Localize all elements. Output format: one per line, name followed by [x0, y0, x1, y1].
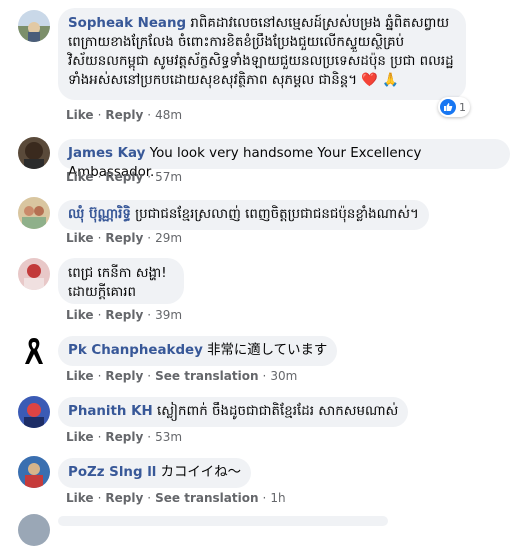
comment-timestamp[interactable]: 53m	[155, 430, 182, 444]
like-button[interactable]: Like	[66, 491, 94, 505]
comment-bubble: Sopheak Neang រាពិគដាវលេចនៅសម្មេសដ៍ស្រស់…	[58, 8, 466, 100]
avatar[interactable]	[18, 396, 50, 428]
black-ribbon-icon	[25, 338, 43, 364]
comment-bubble: PoZz Slng ll カコイイね〜	[58, 458, 251, 488]
reply-button[interactable]: Reply	[105, 170, 143, 184]
comment-bubble: ឈុំ ប៊ុណ្ណារិទ្ធិ ប្រជាជនខ្មែរស្រលាញ់ ពេ…	[58, 200, 429, 230]
comment-bubble: ពេជ្រ កេនីកា សង្ហា! ដោយក្តីគោរព	[58, 258, 184, 304]
comment-author[interactable]: ពេជ្រ កេនីកា សង្ហា!	[68, 264, 174, 283]
avatar[interactable]	[18, 137, 50, 169]
comment-text: ប្រជាជនខ្មែរស្រលាញ់ ពេញចិត្តប្រជាជនជប៉ុន…	[135, 207, 419, 222]
see-translation-link[interactable]: See translation	[155, 491, 258, 505]
comment-text: ដោយក្តីគោរព	[68, 285, 136, 300]
comment-author[interactable]: ឈុំ ប៊ុណ្ណារិទ្ធិ	[68, 207, 131, 222]
comment-actions: Like · Reply · 39m	[66, 308, 183, 322]
comment-actions: Like · Reply · 57m	[66, 170, 183, 184]
avatar[interactable]	[18, 258, 50, 290]
comment-actions: Like · Reply · See translation · 30m	[66, 369, 298, 383]
comment-actions: Like · Reply · 53m	[66, 430, 183, 444]
comment-timestamp[interactable]: 39m	[155, 308, 182, 322]
comment-timestamp[interactable]: 30m	[270, 369, 297, 383]
reaction-count-value: 1	[459, 100, 466, 114]
comment-timestamp[interactable]: 48m	[155, 108, 182, 122]
like-button[interactable]: Like	[66, 108, 94, 122]
comment-actions: Like · Reply · 29m	[66, 231, 183, 245]
reply-button[interactable]: Reply	[105, 491, 143, 505]
reply-button[interactable]: Reply	[105, 108, 143, 122]
comment-bubble: James Kay You look very handsome Your Ex…	[58, 139, 510, 180]
reaction-count[interactable]: 1	[438, 97, 470, 117]
comment-text: カコイイね〜	[160, 465, 241, 480]
like-button[interactable]: Like	[66, 170, 94, 184]
like-button[interactable]: Like	[66, 369, 94, 383]
thumbs-up-icon	[440, 99, 456, 115]
comment-bubble: Pk Chanpheakdey 非常に適しています	[58, 336, 338, 366]
like-button[interactable]: Like	[66, 430, 94, 444]
see-translation-link[interactable]: See translation	[155, 369, 258, 383]
comment-actions: Like · Reply · 48m	[66, 108, 183, 122]
comment-timestamp[interactable]: 1h	[270, 491, 285, 505]
comment-author[interactable]: Pk Chanpheakdey	[68, 343, 203, 358]
comment-actions: Like · Reply · See translation · 1h	[66, 491, 286, 505]
comment-text: 非常に適しています	[207, 343, 328, 358]
reply-button[interactable]: Reply	[105, 308, 143, 322]
reply-button[interactable]: Reply	[105, 369, 143, 383]
comment-bubble: Phanith KH ស្លៀកពាក់ ចឹងដូចជាជាតិខ្មែរដែ…	[58, 397, 409, 427]
comment-author[interactable]: James Kay	[68, 146, 145, 161]
comment-author[interactable]: PoZz Slng ll	[68, 465, 156, 480]
comment-timestamp[interactable]: 57m	[155, 170, 182, 184]
comment-bubble	[58, 516, 388, 526]
avatar[interactable]	[18, 335, 50, 367]
comment-author[interactable]: Sopheak Neang	[68, 16, 186, 31]
avatar[interactable]	[18, 10, 50, 42]
like-button[interactable]: Like	[66, 231, 94, 245]
reply-button[interactable]: Reply	[105, 231, 143, 245]
comment-author[interactable]: Phanith KH	[68, 404, 153, 419]
comment-timestamp[interactable]: 29m	[155, 231, 182, 245]
comment-text: ស្លៀកពាក់ ចឹងដូចជាជាតិខ្មែរដែរ សាកសមណាស់	[156, 404, 399, 419]
reply-button[interactable]: Reply	[105, 430, 143, 444]
like-button[interactable]: Like	[66, 308, 94, 322]
avatar[interactable]	[18, 514, 50, 546]
avatar[interactable]	[18, 456, 50, 488]
avatar[interactable]	[18, 197, 50, 229]
